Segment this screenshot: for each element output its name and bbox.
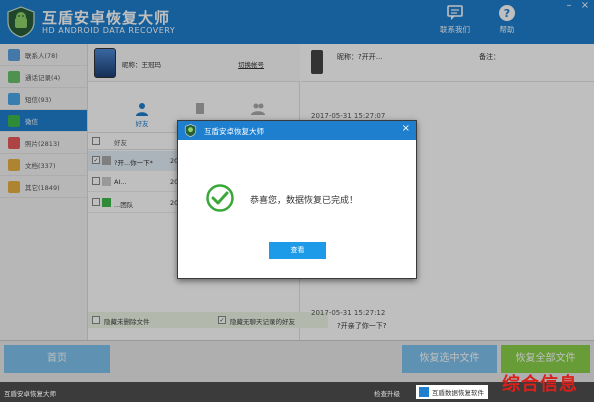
dialog-title: 互盾安卓恢复大师 xyxy=(204,127,264,136)
success-check-icon xyxy=(206,184,234,212)
view-button[interactable]: 查看 xyxy=(269,242,326,259)
close-icon[interactable]: × xyxy=(402,123,410,134)
status-app-name: 互盾安卓恢复大师 xyxy=(4,390,56,398)
brand-logo-icon xyxy=(419,387,429,397)
watermark-text: 综合信息 xyxy=(502,374,578,395)
brand-software-link[interactable]: 互盾数据恢复软件 xyxy=(416,385,488,399)
brand-software-label: 互盾数据恢复软件 xyxy=(432,389,484,397)
android-shield-logo-icon xyxy=(184,124,197,137)
dialog-message: 恭喜您，数据恢复已完成！ xyxy=(250,196,359,206)
check-update-link[interactable]: 检查升级 xyxy=(374,388,400,398)
recovery-complete-dialog: 互盾安卓恢复大师 × 恭喜您，数据恢复已完成！ 查看 xyxy=(177,120,417,279)
dialog-header: 互盾安卓恢复大师 × xyxy=(178,121,416,140)
